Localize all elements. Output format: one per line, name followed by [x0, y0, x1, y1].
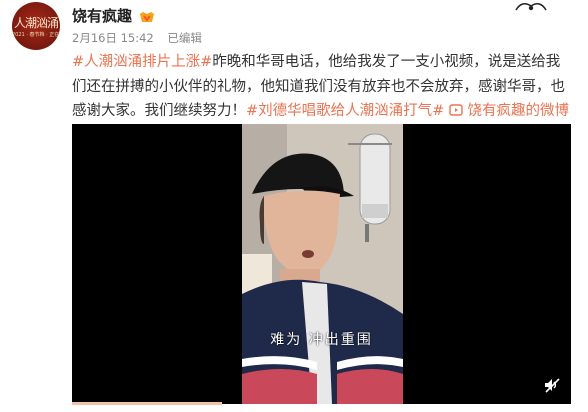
edited-label: 已编辑	[167, 31, 202, 45]
post-date[interactable]: 2月16日 15:42	[72, 31, 154, 45]
avatar-logo-text: 人潮汹涌	[13, 16, 59, 30]
hashtag-link[interactable]: #刘德华唱歌给人潮汹涌打气#	[246, 103, 444, 119]
mute-icon[interactable]	[543, 376, 561, 394]
video-link-icon	[449, 104, 463, 116]
vip-badge-icon[interactable]	[138, 9, 156, 23]
video-frame-image	[242, 124, 403, 404]
video-frame	[242, 124, 403, 404]
video-player[interactable]: 难为 冲出重围	[72, 124, 571, 404]
username[interactable]: 饶有疯趣	[72, 5, 132, 26]
video-subtitle: 难为 冲出重围	[270, 332, 373, 348]
decorative-emblem-icon	[515, 2, 547, 11]
hashtag-link[interactable]: #人潮汹涌排片上涨#	[72, 54, 212, 70]
avatar-logo-subtext: 2021 · 春节档 · 正在热映	[12, 32, 60, 38]
video-progress-bar[interactable]	[72, 402, 222, 405]
avatar[interactable]: 人潮汹涌 2021 · 春节档 · 正在热映	[12, 2, 60, 50]
